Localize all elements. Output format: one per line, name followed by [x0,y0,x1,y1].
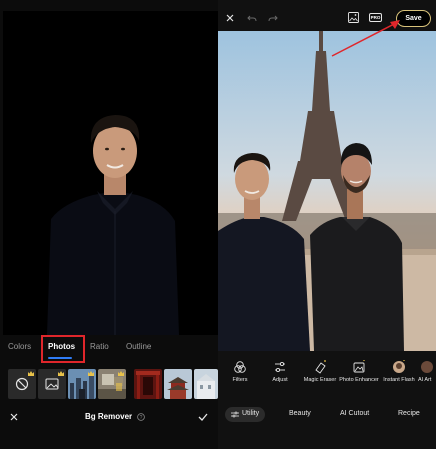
filters-icon [234,361,246,373]
tab-outline[interactable]: Outline [126,342,151,351]
ai-art-icon [421,361,433,373]
flash-avatar-icon [393,360,405,373]
app-root: Colors Photos Ratio Outline Bg Remover ?… [0,0,436,449]
tab-ai-cutout[interactable]: AI Cutout [340,410,369,417]
highlight-annotation-box [41,335,85,363]
tab-beauty[interactable]: Beauty [289,410,311,417]
checkmark-icon[interactable] [198,413,208,421]
thumb-red-theater[interactable] [134,369,162,399]
premium-crown-icon [88,371,94,376]
thumb-no-background[interactable] [8,369,36,399]
thumb-pagoda[interactable] [164,369,192,399]
tool-instant-flash[interactable]: Instant Flash [378,360,420,384]
thumb-white-building[interactable] [194,369,218,399]
thumb-custom-image[interactable] [38,369,66,399]
white-building-photo [194,369,218,399]
eraser-icon [315,360,326,374]
bg-remover-panel: Colors Photos Ratio Outline Bg Remover ? [0,0,218,449]
bg-remover-bottom-bar: Bg Remover ? [0,405,218,431]
svg-text:?: ? [140,415,143,421]
enhance-photo-icon [353,360,365,373]
tool-photo-enhancer[interactable]: Photo Enhancer [338,360,380,384]
tool-label: Adjust [272,377,288,383]
tool-label: Photo Enhancer [339,377,379,383]
premium-crown-icon [28,371,34,376]
question-circle-icon[interactable]: ? [137,413,145,421]
tab-colors[interactable]: Colors [8,342,31,351]
editor-panel: PRO Save Filters Adjust Magic Eraser Pho… [218,0,436,449]
close-icon[interactable] [226,14,234,22]
edited-photo-canvas [218,31,436,351]
tool-filters[interactable]: Filters [220,360,260,384]
tool-label: Instant Flash [383,377,415,383]
tool-label: Filters [232,377,248,383]
thumb-city-skyline[interactable] [68,369,96,399]
utility-sliders-icon [231,411,239,418]
tab-ratio[interactable]: Ratio [90,342,109,351]
panel-title: Bg Remover [85,412,133,421]
tab-recipe[interactable]: Recipe [398,410,420,417]
annotation-arrow [331,20,400,57]
close-icon[interactable] [10,413,18,421]
sliders-icon [275,361,285,373]
editing-tools-bar: Filters Adjust Magic Eraser Photo Enhanc… [218,360,436,400]
tool-label: Magic Eraser [303,377,337,383]
tool-label: AI Art [418,377,432,383]
tool-adjust[interactable]: Adjust [260,360,300,384]
cutout-preview-canvas [3,11,218,335]
premium-crown-icon [118,371,124,376]
undo-icon[interactable] [247,14,257,22]
redo-icon[interactable] [268,14,278,22]
pagoda-photo [164,369,192,399]
background-photo-strip [0,369,218,401]
tab-utility[interactable]: Utility [242,410,259,417]
tool-magic-eraser[interactable]: Magic Eraser [300,360,340,384]
premium-crown-icon [58,371,64,376]
thumb-room[interactable] [98,369,126,399]
editor-category-tabs: Utility Beauty AI Cutout Recipe [218,405,436,427]
tool-ai-art[interactable]: AI Art [418,360,436,384]
bg-option-tabs: Colors Photos Ratio Outline [0,337,218,363]
red-theater-photo [134,369,162,399]
